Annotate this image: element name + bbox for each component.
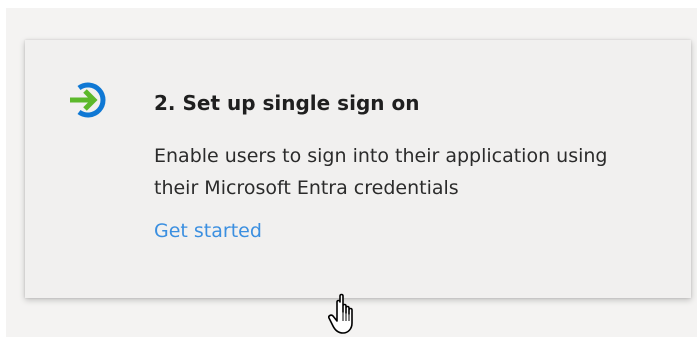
card-title: 2. Set up single sign on	[154, 91, 420, 115]
card-description: Enable users to sign into their applicat…	[154, 145, 608, 199]
get-started-link[interactable]: Get started	[154, 216, 262, 246]
setup-sso-card: 2. Set up single sign on Enable users to…	[25, 40, 691, 298]
sign-in-arrow-icon	[67, 78, 111, 122]
